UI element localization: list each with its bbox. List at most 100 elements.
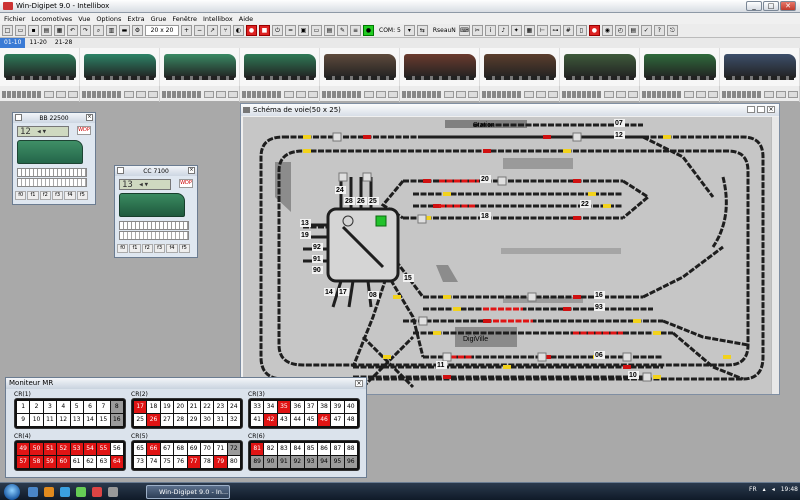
function-f5-button[interactable]: f5 (178, 244, 190, 253)
feedback-contact[interactable]: 71 (214, 443, 227, 455)
block-icon[interactable]: ▭ (311, 25, 322, 36)
tools-icon[interactable]: ✎ (337, 25, 348, 36)
feedback-contact[interactable]: 31 (214, 414, 227, 426)
track-number[interactable]: 07 (615, 120, 623, 127)
feedback-contact[interactable]: 26 (147, 414, 160, 426)
cut-icon[interactable]: ✂ (471, 25, 483, 36)
function-button[interactable] (628, 90, 638, 98)
function-f0-button[interactable]: f0 (15, 191, 27, 200)
switch-icon[interactable] (338, 172, 348, 182)
feedback-contact[interactable]: 2 (30, 401, 43, 413)
explorer-icon[interactable] (28, 487, 38, 497)
function-button[interactable] (536, 90, 546, 98)
slider-icon[interactable]: ⊶ (549, 25, 561, 36)
function-button[interactable] (684, 90, 694, 98)
table-icon[interactable]: ▦ (523, 25, 535, 36)
schema-header[interactable]: Schéma de voie(50 x 25) × (241, 104, 779, 116)
feedback-contact[interactable]: 14 (83, 414, 97, 426)
taskbar-digipet-button[interactable]: Win-Digipet 9.0 - In... (146, 485, 230, 499)
occupied-block[interactable] (563, 307, 571, 311)
volume-icon[interactable]: ◂ (772, 486, 775, 493)
check-icon[interactable]: ✓ (640, 25, 652, 36)
signal-yellow[interactable] (653, 375, 661, 379)
signal-yellow[interactable] (653, 331, 661, 335)
feedback-contact[interactable]: 48 (344, 414, 357, 426)
browser-icon[interactable] (60, 487, 70, 497)
feedback-contact[interactable]: 8 (110, 401, 123, 413)
signal-icon[interactable]: ◐ (233, 25, 244, 36)
function-f1-button[interactable]: f1 (27, 191, 39, 200)
start-button[interactable] (4, 484, 20, 500)
function-keys[interactable] (17, 178, 87, 187)
feedback-contact[interactable]: 65 (134, 443, 147, 455)
feedback-contact[interactable]: 5 (70, 401, 83, 413)
function-button[interactable] (456, 90, 466, 98)
app-icon[interactable] (108, 487, 118, 497)
track-number[interactable]: 25 (369, 198, 377, 205)
function-button[interactable] (216, 90, 226, 98)
menu-vue[interactable]: Vue (78, 15, 90, 23)
camera-icon[interactable]: ◉ (601, 25, 613, 36)
track-number[interactable]: 20 (481, 176, 489, 183)
menu-fichier[interactable]: Fichier (4, 15, 25, 23)
function-f4-button[interactable]: f4 (166, 244, 178, 253)
feedback-contact[interactable]: 12 (57, 414, 70, 426)
feedback-contact[interactable]: 49 (17, 443, 30, 455)
feedback-contact[interactable]: 11 (43, 414, 57, 426)
book-icon[interactable]: ▯ (575, 25, 587, 36)
feedback-contact[interactable]: 74 (147, 456, 160, 468)
maximize-button[interactable]: □ (763, 1, 779, 11)
signal-yellow[interactable] (443, 295, 451, 299)
track-number[interactable]: 10 (629, 372, 637, 379)
feedback-contact[interactable]: 43 (277, 414, 291, 426)
feedback-contact[interactable]: 68 (174, 443, 187, 455)
feedback-contact[interactable]: 72 (227, 443, 240, 455)
loco-slot[interactable] (0, 48, 80, 86)
function-f2-button[interactable]: f2 (39, 191, 51, 200)
feedback-contact[interactable]: 58 (30, 456, 43, 468)
loco-slot[interactable] (80, 48, 160, 86)
feedback-contact[interactable]: 30 (200, 414, 214, 426)
emergency-stop-icon[interactable]: ■ (259, 25, 270, 36)
menu-options[interactable]: Options (96, 15, 121, 23)
feedback-contact[interactable]: 77 (187, 456, 200, 468)
function-f5-button[interactable]: f5 (76, 191, 88, 200)
undo-icon[interactable]: ↶ (67, 25, 78, 36)
track-icon[interactable]: ═ (285, 25, 296, 36)
function-button[interactable] (548, 90, 558, 98)
clock-icon[interactable]: ◴ (614, 25, 626, 36)
feedback-contact[interactable]: 28 (174, 414, 187, 426)
feedback-contact[interactable]: 50 (30, 443, 43, 455)
schema-scrollbar[interactable] (771, 117, 779, 394)
function-button[interactable] (68, 90, 78, 98)
app-icon[interactable] (76, 487, 86, 497)
switch-icon[interactable]: ⑂ (220, 25, 231, 36)
feedback-contact[interactable]: 34 (264, 401, 277, 413)
settings-icon[interactable]: ⚙ (132, 25, 143, 36)
menu-grue[interactable]: Grue (151, 15, 167, 23)
loco-function-slot[interactable] (640, 86, 720, 102)
monitor-icon[interactable]: ▤ (324, 25, 335, 36)
feedback-contact[interactable]: 96 (344, 456, 357, 468)
feedback-contact[interactable]: 83 (277, 443, 291, 455)
loco-function-slot[interactable] (320, 86, 400, 102)
loco-function-slot[interactable] (720, 86, 800, 102)
feedback-contact[interactable]: 57 (17, 456, 30, 468)
signal-yellow[interactable] (563, 149, 571, 153)
feedback-contact[interactable]: 66 (147, 443, 160, 455)
function-button[interactable] (788, 90, 798, 98)
feedback-contact[interactable]: 4 (57, 401, 70, 413)
switch-icon[interactable] (527, 292, 537, 302)
print-icon[interactable]: ▤ (41, 25, 52, 36)
loco-function-slot[interactable] (400, 86, 480, 102)
signal-yellow[interactable] (633, 319, 641, 323)
feedback-contact[interactable]: 70 (200, 443, 214, 455)
track-number[interactable]: 92 (313, 244, 321, 251)
turntable[interactable] (326, 207, 400, 283)
feedback-contact[interactable]: 18 (147, 401, 160, 413)
exit-icon[interactable]: ⎋ (666, 25, 678, 36)
signal-yellow[interactable] (453, 307, 461, 311)
function-button[interactable] (228, 90, 238, 98)
occupied-block[interactable] (443, 375, 451, 379)
function-button[interactable] (468, 90, 478, 98)
